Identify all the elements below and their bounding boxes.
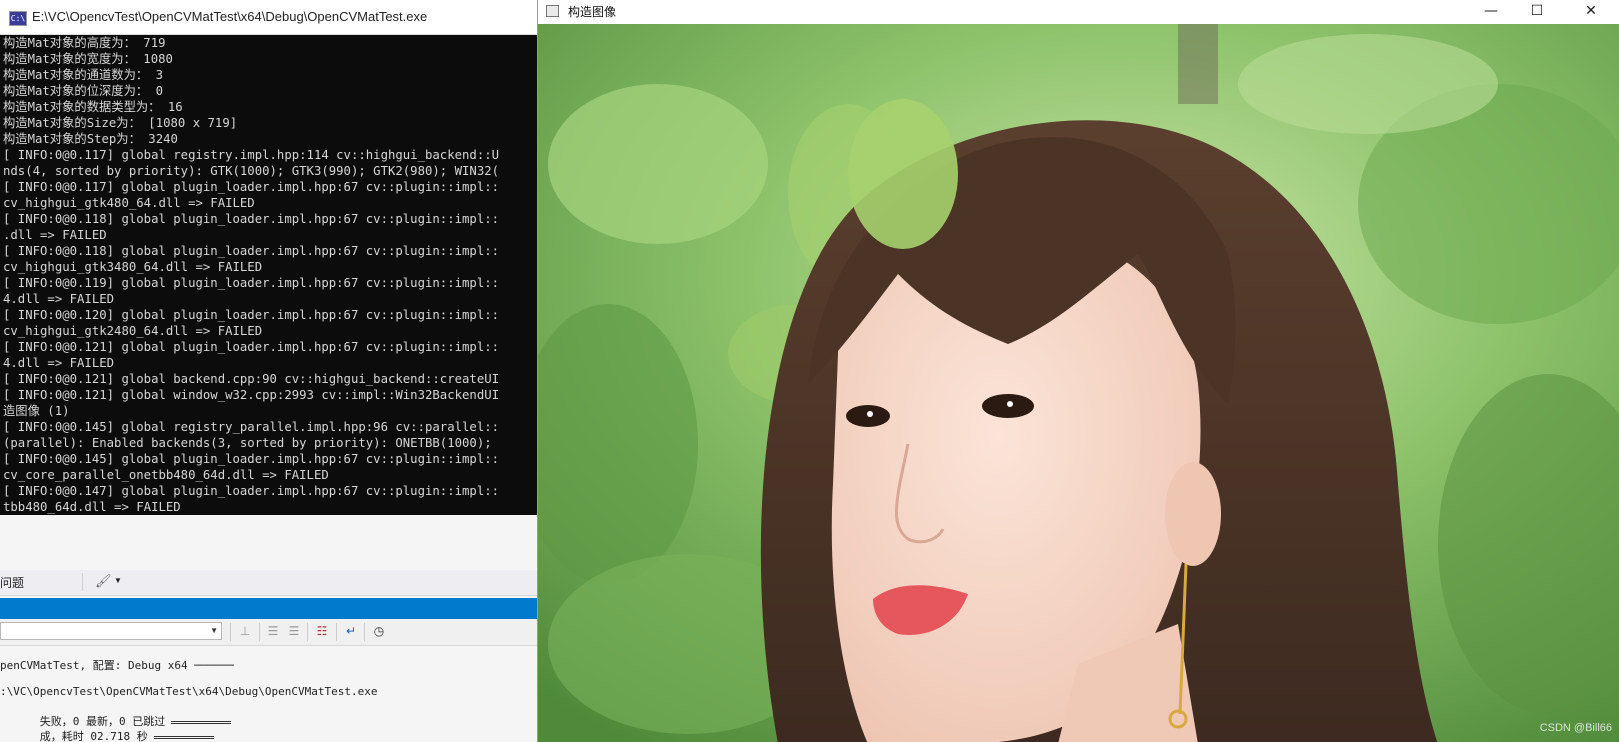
- chevron-down-icon[interactable]: ▼: [114, 576, 122, 585]
- maximize-button[interactable]: ☐: [1514, 0, 1560, 24]
- console-output[interactable]: 构造Mat对象的高度为： 719 构造Mat对象的宽度为： 1080 构造Mat…: [3, 35, 537, 515]
- console-line: [ INFO:0@0.118] global plugin_loader.imp…: [3, 244, 500, 258]
- console-line: [ INFO:0@0.145] global registry_parallel…: [3, 420, 500, 434]
- console-line: 构造Mat对象的Step为： 3240: [3, 132, 178, 146]
- portrait-photo: [538, 24, 1619, 742]
- console-line: cv_highgui_gtk480_64.dll => FAILED: [3, 196, 255, 210]
- minimize-button[interactable]: —: [1468, 0, 1514, 24]
- toolbar-divider: [230, 623, 231, 641]
- image-window: 构造图像 — ☐ ✕ CSDN @Bill66: [537, 0, 1619, 742]
- console-line: [ INFO:0@0.147] global plugin_loader.imp…: [3, 484, 500, 498]
- output-rule: [153, 735, 214, 739]
- console-line: 构造Mat对象的位深度为： 0: [3, 84, 163, 98]
- panel-tab-row: 问题 🖌 ▼: [0, 570, 537, 596]
- console-line: 构造Mat对象的高度为： 719: [3, 36, 166, 50]
- console-line: 构造Mat对象的通道数为： 3: [3, 68, 163, 82]
- watermark: CSDN @Bill66: [1539, 722, 1612, 734]
- console-line: [ INFO:0@0.121] global backend.cpp:90 cv…: [3, 372, 500, 386]
- toolbar-divider: [307, 623, 308, 641]
- console-line: cv_highgui_gtk3480_64.dll => FAILED: [3, 260, 263, 274]
- find-message-icon[interactable]: ⊥: [236, 622, 254, 640]
- indent-left-icon[interactable]: ☰: [264, 622, 282, 640]
- toolbar-divider: [259, 623, 260, 641]
- console-line: [ INFO:0@0.118] global plugin_loader.imp…: [3, 212, 500, 226]
- console-line: 构造Mat对象的Size为： [1080 x 719]: [3, 116, 238, 130]
- tab-divider: [82, 573, 83, 591]
- indent-right-icon[interactable]: ☰: [285, 622, 303, 640]
- console-line: 构造Mat对象的宽度为： 1080: [3, 52, 173, 66]
- console-window: C:\ E:\VC\OpencvTest\OpenCVMatTest\x64\D…: [0, 0, 537, 515]
- console-app-icon: C:\: [9, 11, 27, 26]
- console-line: (parallel): Enabled backends(3, sorted b…: [3, 436, 492, 450]
- console-line: [ INFO:0@0.120] global plugin_loader.imp…: [3, 308, 500, 322]
- word-wrap-icon[interactable]: ↵: [342, 622, 360, 640]
- console-line: [ INFO:0@0.117] global plugin_loader.imp…: [3, 180, 500, 194]
- vs-output-panel: 问题 🖌 ▼ ▼ ⊥ ☰ ☰ ☷ ↵ ◷ penCVMatTest, 配置: D…: [0, 515, 537, 742]
- toolbar-divider: [364, 623, 365, 641]
- console-line: 4.dll => FAILED: [3, 292, 115, 306]
- window-icon: [546, 5, 559, 17]
- console-line: [ INFO:0@0.117] global registry.impl.hpp…: [3, 148, 500, 162]
- output-title-bar: [0, 598, 537, 619]
- tab-problems[interactable]: 问题: [0, 574, 24, 591]
- clear-all-icon[interactable]: ☷: [313, 622, 331, 640]
- console-titlebar[interactable]: C:\ E:\VC\OpencvTest\OpenCVMatTest\x64\D…: [0, 0, 537, 35]
- image-titlebar[interactable]: 构造图像 — ☐ ✕: [538, 0, 1619, 24]
- console-line: cv_highgui_gtk2480_64.dll => FAILED: [3, 324, 263, 338]
- console-line: tbb480_64d.dll => FAILED: [3, 500, 181, 514]
- displayed-image[interactable]: CSDN @Bill66: [538, 24, 1619, 742]
- console-line: [ INFO:0@0.121] global window_w32.cpp:29…: [3, 388, 500, 402]
- image-window-title: 构造图像: [568, 5, 617, 19]
- console-line: .dll => FAILED: [3, 228, 107, 242]
- output-line: 成，耗时 02.718 秒: [0, 715, 214, 742]
- output-line: penCVMatTest, 配置: Debug x64 ──────: [0, 659, 234, 672]
- toolbar-divider: [336, 623, 337, 641]
- clock-icon[interactable]: ◷: [370, 622, 388, 640]
- console-line: 造图像 (1): [3, 404, 70, 418]
- console-line: 4.dll => FAILED: [3, 356, 115, 370]
- output-line: :\VC\OpencvTest\OpenCVMatTest\x64\Debug\…: [0, 685, 378, 698]
- console-line: 构造Mat对象的数据类型为： 16: [3, 100, 183, 114]
- output-source-select[interactable]: ▼: [0, 622, 222, 640]
- chevron-down-icon: ▼: [210, 626, 218, 635]
- console-line: cv_core_parallel_onetbb480_64d.dll => FA…: [3, 468, 329, 482]
- console-title: E:\VC\OpencvTest\OpenCVMatTest\x64\Debug…: [32, 9, 428, 24]
- output-line-text: 成，耗时 02.718 秒: [39, 730, 148, 742]
- console-line: nds(4, sorted by priority): GTK(1000); G…: [3, 164, 500, 178]
- close-button[interactable]: ✕: [1568, 0, 1614, 24]
- brush-icon[interactable]: 🖌: [95, 573, 112, 589]
- console-line: [ INFO:0@0.121] global plugin_loader.imp…: [3, 340, 500, 354]
- output-toolbar: ▼ ⊥ ☰ ☰ ☷ ↵ ◷: [0, 619, 537, 646]
- console-line: [ INFO:0@0.145] global plugin_loader.imp…: [3, 452, 500, 466]
- console-line: [ INFO:0@0.119] global plugin_loader.imp…: [3, 276, 500, 290]
